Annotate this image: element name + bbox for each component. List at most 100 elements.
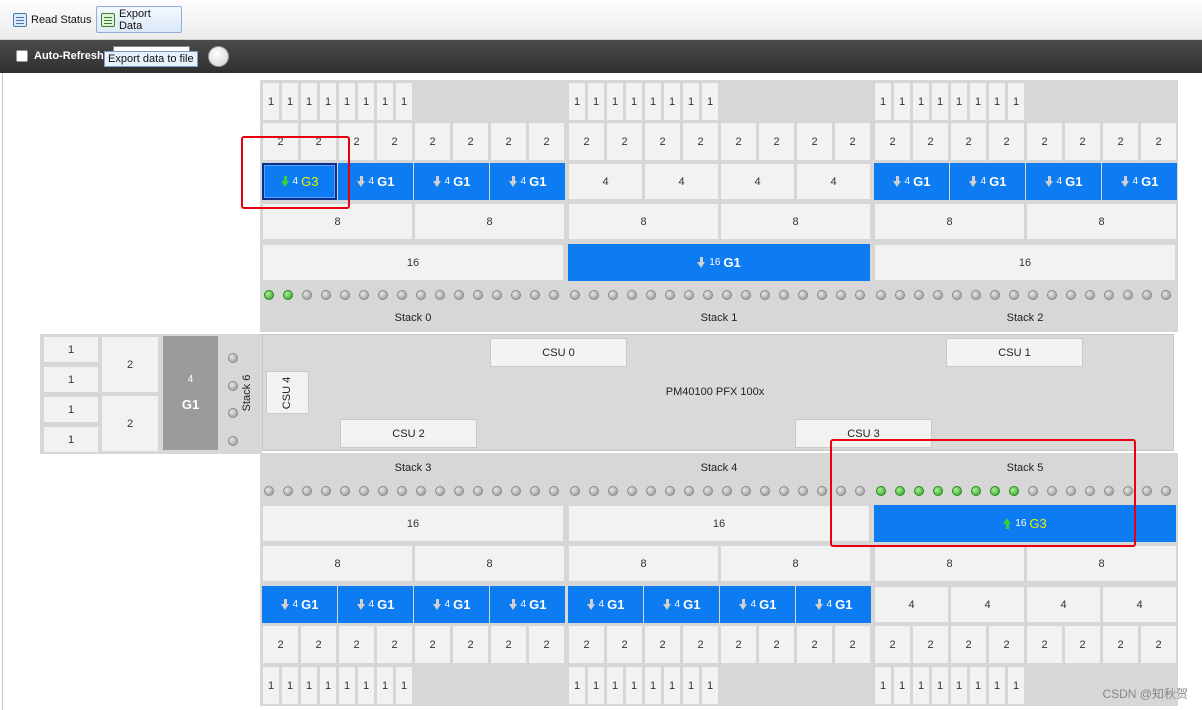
slot-size-4[interactable]: 4 [874,586,949,623]
csu-0[interactable]: CSU 0 [490,338,627,367]
slot-size-1[interactable]: 1 [682,82,700,121]
slot-size-4[interactable]: 4 [950,586,1025,623]
slot-size-2[interactable]: 2 [452,625,489,664]
slot-size-1[interactable]: 1 [43,366,99,393]
slot-size-4[interactable]: 4 G3 [262,163,337,200]
slot-size-2[interactable]: 2 [1064,625,1101,664]
slot-size-4[interactable]: 4 [796,163,871,200]
slot-size-4[interactable]: 4 G1 [1102,163,1177,200]
slot-size-1[interactable]: 1 [1007,82,1025,121]
slot-size-16[interactable]: 16 G3 [874,505,1176,542]
slot-size-1[interactable]: 1 [338,82,356,121]
slot-size-2[interactable]: 2 [796,122,833,161]
csu-3[interactable]: CSU 3 [795,419,932,448]
slot-size-2[interactable]: 2 [414,625,451,664]
slot-size-1[interactable]: 1 [587,666,605,705]
slot-size-1[interactable]: 1 [395,82,413,121]
slot-size-2[interactable]: 2 [262,625,299,664]
slot-size-2[interactable]: 2 [988,122,1025,161]
slot-size-8[interactable]: 8 [1026,545,1177,582]
slot-size-4[interactable]: 4 G1 [568,586,643,623]
slot-size-4[interactable]: 4 [644,163,719,200]
slot-size-8[interactable]: 8 [414,545,565,582]
slot-size-4[interactable]: 4 G1 [262,586,337,623]
slot-size-1[interactable]: 1 [893,82,911,121]
export-data-button[interactable]: Export Data [96,6,182,33]
slot-size-1[interactable]: 1 [931,82,949,121]
slot-size-2[interactable]: 2 [376,122,413,161]
slot-size-16[interactable]: 16 [262,244,564,281]
slot-size-2[interactable]: 2 [758,625,795,664]
slot-size-1[interactable]: 1 [663,82,681,121]
slot-size-2[interactable]: 2 [300,625,337,664]
slot-size-2[interactable]: 2 [834,122,871,161]
slot-size-2[interactable]: 2 [1140,625,1177,664]
slot-size-8[interactable]: 8 [568,203,719,240]
slot-size-1[interactable]: 1 [395,666,413,705]
slot-size-1[interactable]: 1 [644,82,662,121]
slot-size-2[interactable]: 2 [606,122,643,161]
slot-size-2[interactable]: 2 [682,122,719,161]
slot-size-1[interactable]: 1 [300,82,318,121]
slot-size-16[interactable]: 16 [262,505,564,542]
slot-size-2[interactable]: 2 [528,625,565,664]
slot-size-2[interactable]: 2 [950,625,987,664]
slot-size-2[interactable]: 2 [376,625,413,664]
slot-size-1[interactable]: 1 [43,336,99,363]
slot-size-4[interactable]: 4 G1 [414,163,489,200]
slot-size-1[interactable]: 1 [262,82,280,121]
slot-size-1[interactable]: 1 [587,82,605,121]
slot-size-2[interactable]: 2 [720,625,757,664]
slot-size-8[interactable]: 8 [720,545,871,582]
slot-size-16[interactable]: 16 [568,505,870,542]
read-status-button[interactable]: Read Status [8,6,97,33]
slot-size-1[interactable]: 1 [682,666,700,705]
slot-size-2[interactable]: 2 [262,122,299,161]
slot-size-8[interactable]: 8 [874,545,1025,582]
slot-size-1[interactable]: 1 [319,82,337,121]
csu-1[interactable]: CSU 1 [946,338,1083,367]
slot-size-1[interactable]: 1 [950,666,968,705]
slot-size-2[interactable]: 2 [644,625,681,664]
slot-size-1[interactable]: 1 [281,666,299,705]
slot-size-1[interactable]: 1 [969,82,987,121]
slot-size-1[interactable]: 1 [376,82,394,121]
slot-size-2[interactable]: 2 [568,122,605,161]
refresh-indicator-icon[interactable] [208,46,229,67]
slot-size-1[interactable]: 1 [606,666,624,705]
slot-size-4[interactable]: 4 [720,163,795,200]
slot-size-2[interactable]: 2 [1140,122,1177,161]
slot-size-1[interactable]: 1 [912,82,930,121]
slot-size-2[interactable]: 2 [988,625,1025,664]
slot-size-16[interactable]: 16 G1 [568,244,870,281]
slot-size-4[interactable]: 4 [568,163,643,200]
slot-size-1[interactable]: 1 [625,666,643,705]
auto-refresh-checkbox[interactable] [16,50,28,62]
slot-size-2[interactable]: 2 [758,122,795,161]
slot-size-2[interactable]: 2 [874,122,911,161]
slot-size-4[interactable]: 4 G1 [163,336,218,450]
slot-size-2[interactable]: 2 [101,395,159,452]
slot-size-2[interactable]: 2 [452,122,489,161]
slot-size-4[interactable]: 4 G1 [490,586,565,623]
slot-size-1[interactable]: 1 [663,666,681,705]
slot-size-2[interactable]: 2 [912,625,949,664]
slot-size-8[interactable]: 8 [262,203,413,240]
slot-size-2[interactable]: 2 [101,336,159,393]
slot-size-1[interactable]: 1 [912,666,930,705]
csu-2[interactable]: CSU 2 [340,419,477,448]
slot-size-2[interactable]: 2 [1026,122,1063,161]
slot-size-1[interactable]: 1 [300,666,318,705]
slot-size-1[interactable]: 1 [568,666,586,705]
slot-size-1[interactable]: 1 [43,396,99,423]
slot-size-4[interactable]: 4 G1 [338,163,413,200]
slot-size-4[interactable]: 4 [1102,586,1177,623]
slot-size-2[interactable]: 2 [1102,122,1139,161]
slot-size-2[interactable]: 2 [528,122,565,161]
slot-size-1[interactable]: 1 [281,82,299,121]
slot-size-1[interactable]: 1 [338,666,356,705]
slot-size-2[interactable]: 2 [682,625,719,664]
slot-size-4[interactable]: 4 G1 [338,586,413,623]
slot-size-4[interactable]: 4 G1 [720,586,795,623]
slot-size-1[interactable]: 1 [644,666,662,705]
